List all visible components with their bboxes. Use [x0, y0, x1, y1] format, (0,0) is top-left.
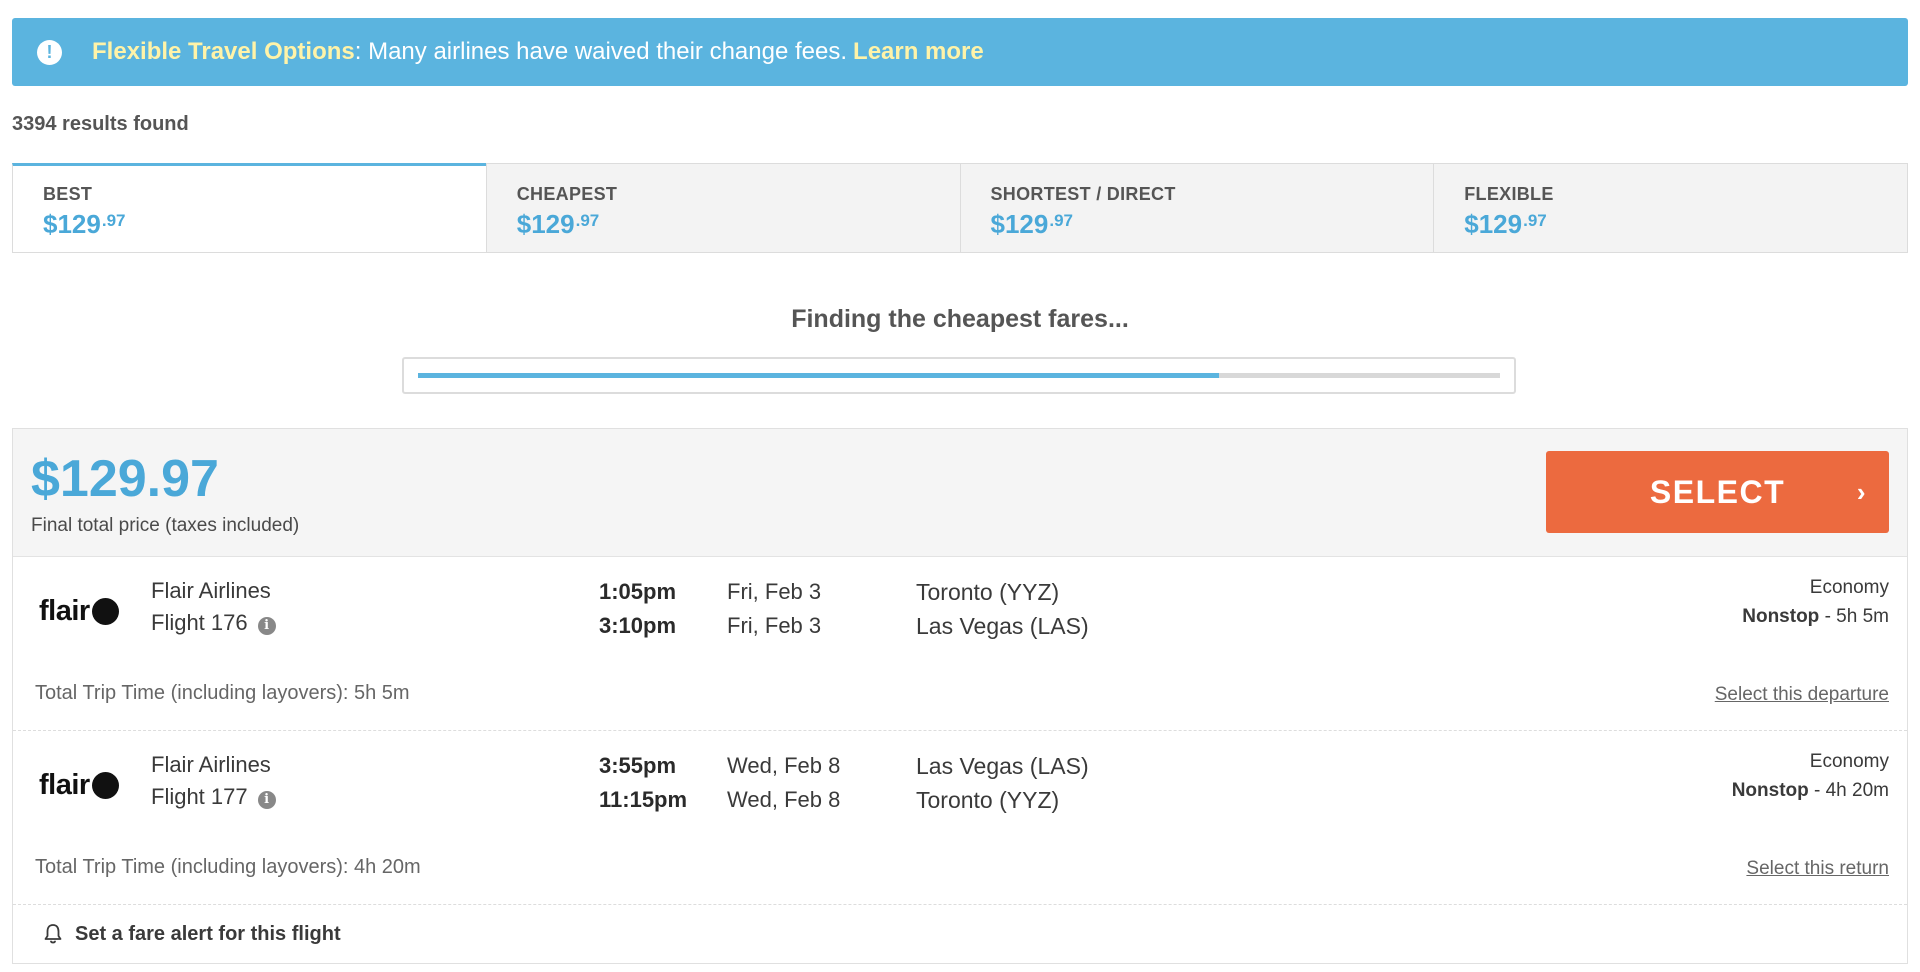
- flight-times: 1:05pm 3:10pm: [599, 575, 676, 643]
- info-icon[interactable]: i: [257, 791, 276, 809]
- progress-fill: [418, 373, 1219, 378]
- total-trip-time: Total Trip Time (including layovers): 4h…: [35, 856, 421, 878]
- fare-alert-label: Set a fare alert for this flight: [75, 922, 341, 945]
- flight-airports: Las Vegas (LAS) Toronto (YYZ): [916, 749, 1089, 817]
- tab-shortest-direct[interactable]: SHORTEST / DIRECT $129.97: [959, 164, 1434, 252]
- depart-time: 3:55pm: [599, 753, 677, 778]
- chevron-right-icon: ›: [1856, 477, 1867, 507]
- exclamation-icon: !: [37, 39, 62, 65]
- destination-airport: Las Vegas (LAS): [916, 613, 1089, 639]
- bell-icon: [44, 924, 62, 944]
- tab-best[interactable]: BEST $129.97: [12, 163, 486, 252]
- stops-duration: Nonstop - 5h 5m: [1742, 606, 1889, 627]
- tab-price: $129.97: [43, 209, 126, 239]
- total-trip-time: Total Trip Time (including layovers): 5h…: [35, 682, 410, 704]
- airline-info: Flair Airlines Flight 176 i: [151, 575, 276, 639]
- select-return-link[interactable]: Select this return: [1746, 858, 1889, 880]
- select-button[interactable]: SELECT ›: [1546, 451, 1889, 533]
- airline-info: Flair Airlines Flight 177 i: [151, 749, 276, 813]
- tab-label: CHEAPEST: [516, 184, 618, 204]
- results-count: 3394 results found: [12, 113, 189, 135]
- depart-time: 1:05pm: [599, 579, 677, 604]
- tab-label: BEST: [43, 184, 93, 204]
- arrive-date: Wed, Feb 8: [727, 787, 841, 812]
- cabin-info: Economy Nonstop - 4h 20m: [1732, 747, 1889, 805]
- select-button-label: SELECT: [1649, 473, 1786, 510]
- origin-airport: Las Vegas (LAS): [916, 753, 1089, 779]
- tab-cheapest[interactable]: CHEAPEST $129.97: [485, 164, 960, 252]
- flair-logo: flair: [39, 769, 119, 802]
- flight-airports: Toronto (YYZ) Las Vegas (LAS): [916, 575, 1089, 643]
- tab-price: $129.97: [1464, 209, 1547, 239]
- search-progress-bar: [402, 357, 1516, 394]
- outbound-leg: flair Flair Airlines Flight 176 i 1:05pm …: [13, 557, 1907, 731]
- progress-track: [418, 373, 1500, 378]
- tab-price: $129.97: [516, 209, 600, 239]
- cabin-info: Economy Nonstop - 5h 5m: [1742, 573, 1889, 631]
- flight-dates: Fri, Feb 3 Fri, Feb 3: [727, 575, 821, 643]
- arrive-time: 3:10pm: [599, 613, 677, 638]
- flair-logo: flair: [39, 595, 119, 628]
- select-departure-link[interactable]: Select this departure: [1715, 684, 1889, 706]
- airline-name: Flair Airlines: [151, 752, 271, 777]
- sort-tabs: BEST $129.97 CHEAPEST $129.97 SHORTEST /…: [12, 163, 1908, 253]
- learn-more-link[interactable]: Learn more: [853, 38, 984, 65]
- price-note: Final total price (taxes included): [31, 515, 300, 536]
- card-header: $129.97 Final total price (taxes include…: [13, 429, 1907, 557]
- flight-result-card: $129.97 Final total price (taxes include…: [12, 428, 1908, 964]
- flight-number: Flight 177 i: [151, 781, 276, 813]
- banner-title: Flexible Travel Options: [92, 38, 355, 65]
- depart-date: Fri, Feb 3: [727, 579, 822, 604]
- cabin-class: Economy: [1809, 751, 1889, 772]
- total-price: $129.97: [31, 450, 219, 508]
- tab-price: $129.97: [990, 209, 1073, 239]
- search-status: Finding the cheapest fares...: [791, 305, 1129, 333]
- destination-airport: Toronto (YYZ): [916, 787, 1060, 813]
- tab-label: FLEXIBLE: [1464, 184, 1554, 204]
- arrive-date: Fri, Feb 3: [727, 613, 822, 638]
- arrive-time: 11:15pm: [599, 787, 688, 812]
- flight-number: Flight 176 i: [151, 607, 276, 639]
- flexible-travel-banner: ! Flexible Travel Options: Many airlines…: [12, 18, 1908, 86]
- flight-times: 3:55pm 11:15pm: [599, 749, 687, 817]
- tab-label: SHORTEST / DIRECT: [990, 184, 1176, 204]
- info-icon[interactable]: i: [257, 617, 276, 635]
- flight-dates: Wed, Feb 8 Wed, Feb 8: [727, 749, 840, 817]
- tab-flexible[interactable]: FLEXIBLE $129.97: [1433, 164, 1907, 252]
- origin-airport: Toronto (YYZ): [916, 579, 1060, 605]
- airline-name: Flair Airlines: [151, 578, 271, 603]
- cabin-class: Economy: [1809, 577, 1889, 598]
- banner-message: : Many airlines have waived their change…: [354, 38, 848, 65]
- stops-duration: Nonstop - 4h 20m: [1731, 780, 1889, 801]
- banner-text: Flexible Travel Options: Many airlines h…: [92, 38, 984, 66]
- fare-alert-button[interactable]: Set a fare alert for this flight: [13, 904, 1907, 964]
- depart-date: Wed, Feb 8: [727, 753, 841, 778]
- return-leg: flair Flair Airlines Flight 177 i 3:55pm …: [13, 731, 1907, 905]
